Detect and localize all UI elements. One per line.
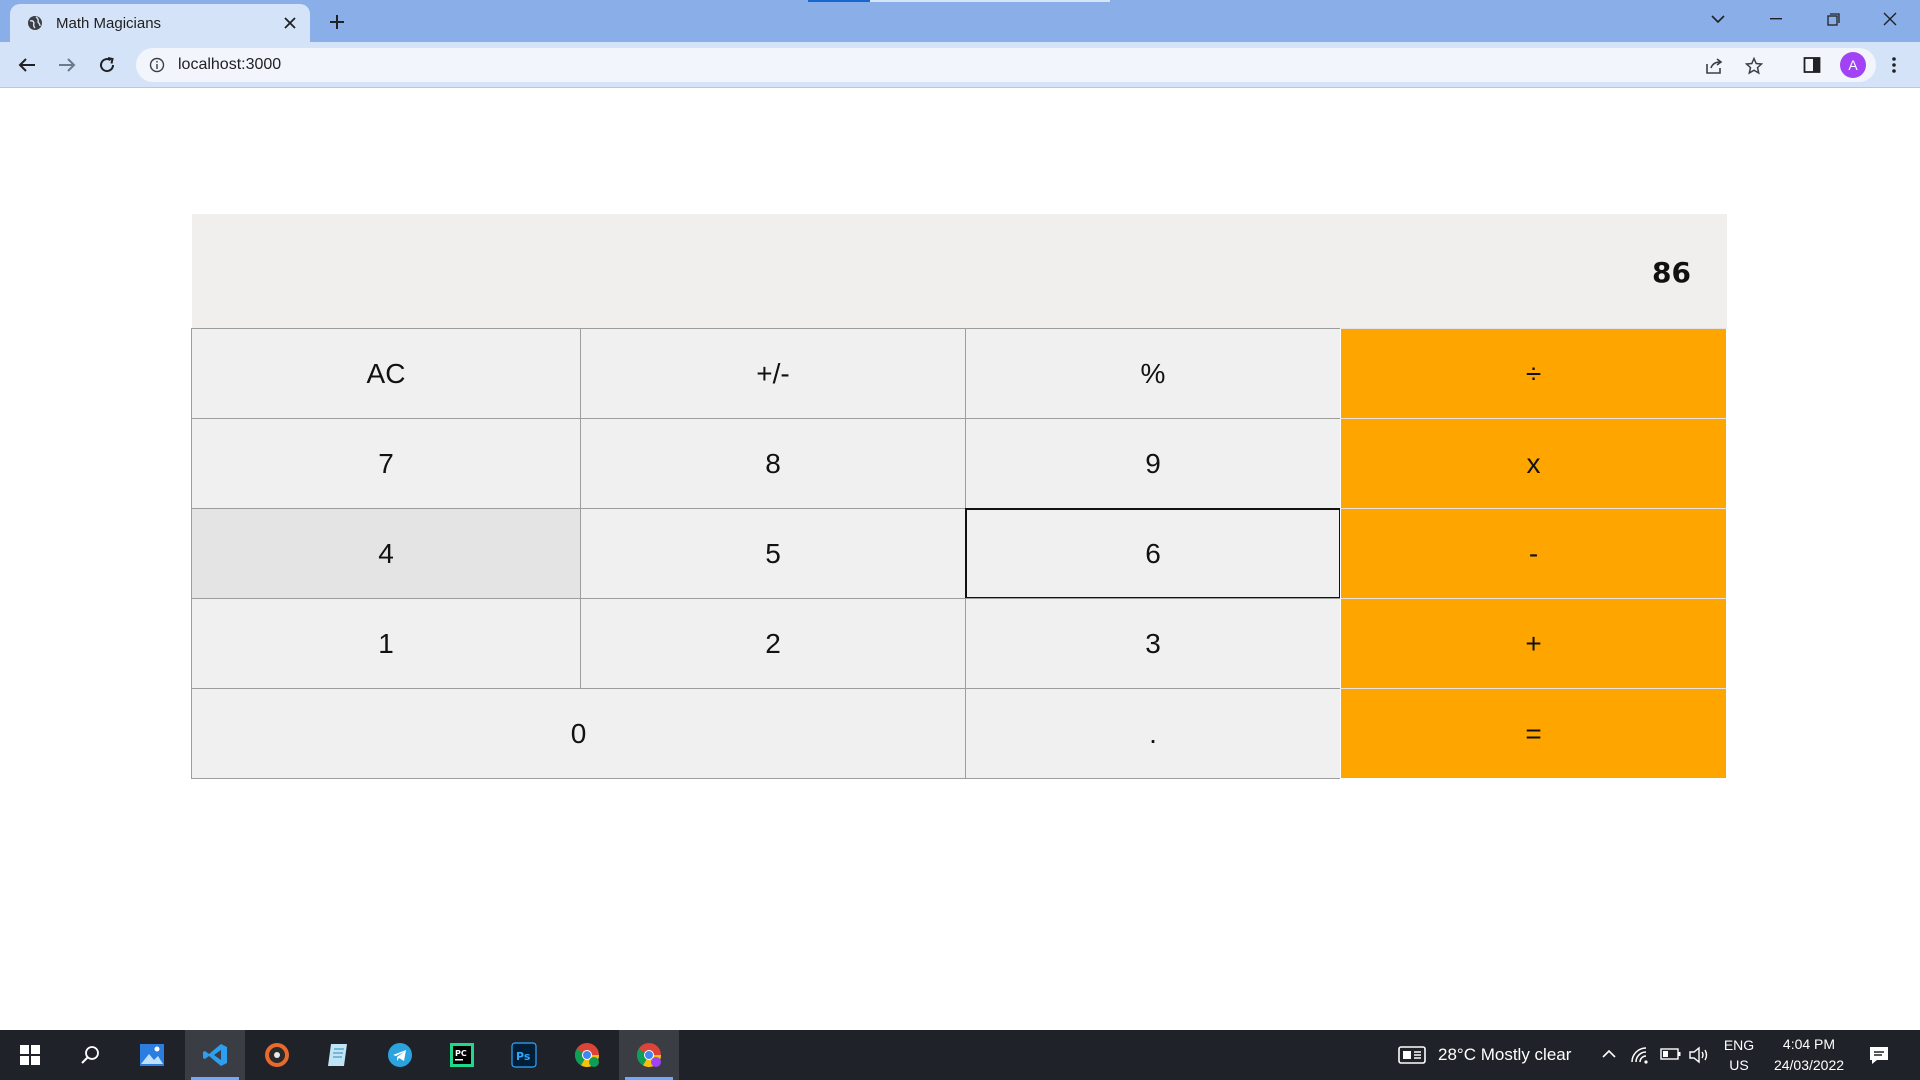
svg-text:PC: PC (455, 1049, 467, 1058)
language-top[interactable]: ENG (1722, 1037, 1756, 1053)
chrome-profile-icon[interactable] (619, 1030, 679, 1080)
photos-icon[interactable] (122, 1030, 182, 1080)
calculator: 86 AC +/- % ÷ 7 8 9 x 4 5 6 - 1 2 3 + 0 … (191, 214, 1727, 779)
clock-date[interactable]: 24/03/2022 (1764, 1057, 1854, 1073)
svg-text:Ps: Ps (516, 1050, 531, 1063)
loading-indicator (808, 0, 870, 2)
key-subtract[interactable]: - (1340, 508, 1727, 599)
close-window-icon[interactable] (1862, 0, 1918, 38)
address-bar[interactable]: localhost:3000 (136, 48, 1876, 82)
avatar-initial: A (1840, 52, 1866, 78)
pycharm-icon[interactable]: PC (432, 1030, 492, 1080)
key-2[interactable]: 2 (580, 598, 966, 689)
weather-text[interactable]: 28°C Mostly clear (1438, 1045, 1571, 1065)
weather-icon[interactable] (1398, 1045, 1426, 1070)
tab-title: Math Magicians (56, 14, 162, 32)
minimize-icon[interactable] (1748, 0, 1804, 38)
tab-search-icon[interactable] (1690, 0, 1746, 38)
notifications-icon[interactable] (1868, 1044, 1890, 1071)
new-tab-button[interactable] (320, 6, 354, 38)
search-icon[interactable] (60, 1030, 120, 1080)
start-icon[interactable] (0, 1030, 60, 1080)
key-8[interactable]: 8 (580, 418, 966, 509)
url-text: localhost:3000 (178, 56, 282, 73)
vscode-icon[interactable] (185, 1030, 245, 1080)
language-bottom[interactable]: US (1722, 1057, 1756, 1073)
key-0[interactable]: 0 (191, 688, 966, 779)
key-toggle-sign[interactable]: +/- (580, 328, 966, 419)
notepad-icon[interactable] (308, 1030, 368, 1080)
site-info-icon[interactable] (148, 56, 166, 74)
chevron-up-icon[interactable] (1601, 1046, 1617, 1067)
close-tab-icon[interactable] (276, 9, 304, 37)
key-1[interactable]: 1 (191, 598, 581, 689)
loading-indicator-track (870, 0, 1110, 2)
browser-titlebar: Math Magicians (0, 0, 1920, 42)
key-7[interactable]: 7 (191, 418, 581, 509)
taskbar: PC Ps 28°C Mostly clear ENG US 4:04 PM 2… (0, 1030, 1920, 1080)
key-5[interactable]: 5 (580, 508, 966, 599)
key-equals[interactable]: = (1340, 688, 1727, 779)
key-percent[interactable]: % (965, 328, 1341, 419)
key-multiply[interactable]: x (1340, 418, 1727, 509)
restore-icon[interactable] (1805, 0, 1861, 38)
calculator-display: 86 (192, 214, 1727, 330)
key-add[interactable]: + (1340, 598, 1727, 689)
globe-icon (26, 14, 44, 32)
wifi-icon[interactable] (1630, 1046, 1650, 1069)
display-value: 86 (1652, 256, 1691, 289)
photoshop-icon[interactable]: Ps (494, 1030, 554, 1080)
chrome-icon[interactable] (557, 1030, 617, 1080)
key-6[interactable]: 6 (965, 508, 1341, 599)
key-decimal[interactable]: . (965, 688, 1341, 779)
media-player-icon[interactable] (247, 1030, 307, 1080)
menu-kebab-icon[interactable] (1879, 50, 1909, 80)
key-9[interactable]: 9 (965, 418, 1341, 509)
key-4[interactable]: 4 (191, 508, 581, 599)
clock-time[interactable]: 4:04 PM (1764, 1036, 1854, 1052)
back-icon[interactable] (10, 48, 44, 82)
browser-toolbar: localhost:3000 (0, 42, 1920, 88)
profile-avatar[interactable]: A (1838, 50, 1868, 80)
reload-icon[interactable] (90, 48, 124, 82)
browser-tab[interactable]: Math Magicians (10, 4, 310, 42)
key-ac[interactable]: AC (191, 328, 581, 419)
telegram-icon[interactable] (370, 1030, 430, 1080)
battery-icon[interactable] (1660, 1047, 1682, 1066)
bookmark-star-icon[interactable] (1742, 54, 1766, 78)
forward-icon[interactable] (50, 48, 84, 82)
key-3[interactable]: 3 (965, 598, 1341, 689)
share-icon[interactable] (1702, 54, 1726, 78)
side-panel-icon[interactable] (1797, 50, 1827, 80)
key-divide[interactable]: ÷ (1340, 328, 1727, 419)
keypad: AC +/- % ÷ 7 8 9 x 4 5 6 - 1 2 3 + 0 . = (191, 328, 1727, 779)
volume-icon[interactable] (1688, 1046, 1710, 1069)
